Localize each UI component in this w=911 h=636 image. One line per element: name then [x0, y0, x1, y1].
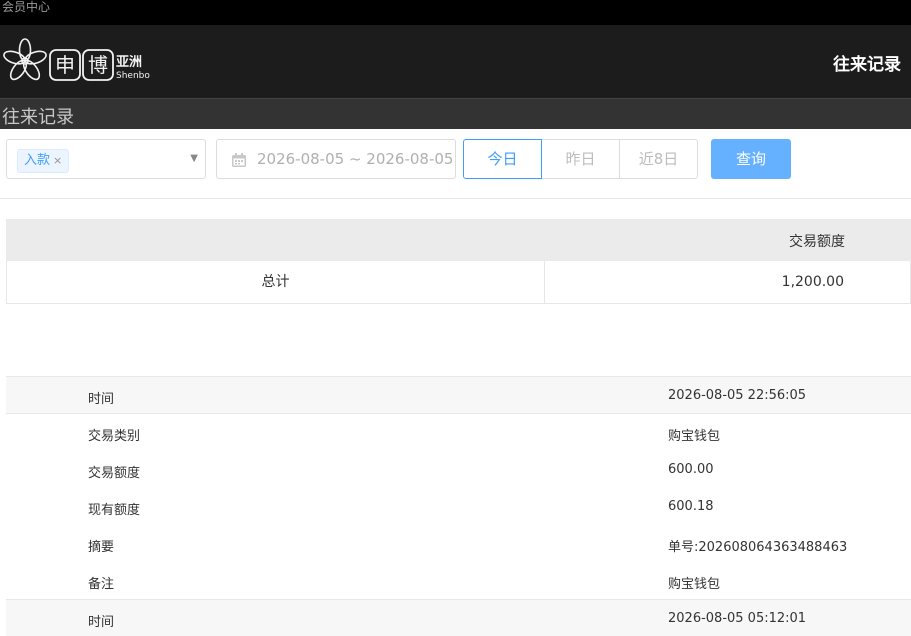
svg-text:亚洲: 亚洲: [116, 55, 142, 70]
flower-logo-icon: 申 博 亚洲 Shenbo: [3, 38, 150, 81]
page-header-title: 往来记录: [833, 55, 901, 75]
record-row-balance: 现有额度 600.18: [6, 488, 911, 525]
transaction-records: 时间 2026-08-05 22:56:05 交易类别 购宝钱包 交易额度 60…: [6, 376, 911, 636]
today-button[interactable]: 今日: [463, 139, 542, 179]
breadcrumb: 往来记录: [0, 98, 911, 129]
search-button[interactable]: 查询: [711, 139, 791, 179]
record-row-time: 时间 2026-08-05 05:12:01: [6, 599, 911, 636]
record-amount: 600.00: [668, 462, 714, 477]
record-label: 现有额度: [88, 503, 141, 518]
record-label: 时间: [88, 392, 115, 407]
summary-header: 交易额度: [6, 219, 911, 261]
record-time: 2026-08-05 05:12:01: [668, 611, 807, 626]
summary-total-row: 总计 1,200.00: [6, 261, 911, 304]
total-value: 1,200.00: [781, 274, 844, 290]
site-header: 申 博 亚洲 Shenbo 往来记录: [0, 25, 911, 98]
record-label: 摘要: [88, 540, 115, 555]
record-label: 交易额度: [88, 466, 141, 481]
record-row-amount: 交易额度 600.00: [6, 451, 911, 488]
member-center-title: 会员中心: [2, 0, 51, 14]
selected-type-label: 入款: [24, 153, 51, 168]
yesterday-button[interactable]: 昨日: [541, 139, 620, 179]
summary-table: 交易额度 总计 1,200.00: [6, 219, 911, 304]
record-row-remark: 备注 购宝钱包: [6, 562, 911, 599]
tag-close-icon[interactable]: ×: [53, 154, 62, 167]
svg-text:Shenbo: Shenbo: [116, 71, 150, 81]
breadcrumb-title: 往来记录: [2, 107, 74, 128]
record-remark: 购宝钱包: [668, 577, 721, 592]
top-bar: 会员中心: [0, 0, 911, 25]
date-range-picker[interactable]: 2026-08-05 ~ 2026-08-05: [216, 139, 456, 179]
record-type: 购宝钱包: [668, 429, 721, 444]
filter-bar: 入款 × ▼ 2026-08-05 ~ 2026-08-05 今日 昨日 近8日 …: [0, 129, 911, 199]
selected-type-tag: 入款 ×: [17, 149, 70, 173]
record-row-time: 时间 2026-08-05 22:56:05: [6, 376, 911, 414]
total-label: 总计: [7, 261, 545, 303]
record-label: 时间: [88, 615, 115, 630]
record-label: 备注: [88, 577, 115, 592]
svg-text:博: 博: [88, 53, 108, 77]
record-summary: 单号:202608064363488463: [668, 540, 848, 555]
transaction-type-select[interactable]: 入款 × ▼: [6, 139, 206, 179]
calendar-icon: [232, 153, 246, 167]
record-row-summary: 摘要 单号:202608064363488463: [6, 525, 911, 562]
quick-date-group: 今日 昨日 近8日: [463, 139, 698, 179]
brand-logo[interactable]: 申 博 亚洲 Shenbo: [2, 37, 152, 87]
record-label: 交易类别: [88, 429, 141, 444]
svg-text:申: 申: [55, 53, 75, 77]
last-8-days-button[interactable]: 近8日: [619, 139, 698, 179]
record-row-type: 交易类别 购宝钱包: [6, 414, 911, 451]
record-time: 2026-08-05 22:56:05: [668, 388, 807, 403]
date-range-value: 2026-08-05 ~ 2026-08-05: [257, 150, 454, 168]
dropdown-arrow-icon[interactable]: ▼: [190, 153, 198, 164]
amount-column-header: 交易额度: [789, 234, 845, 250]
record-balance: 600.18: [668, 499, 714, 514]
